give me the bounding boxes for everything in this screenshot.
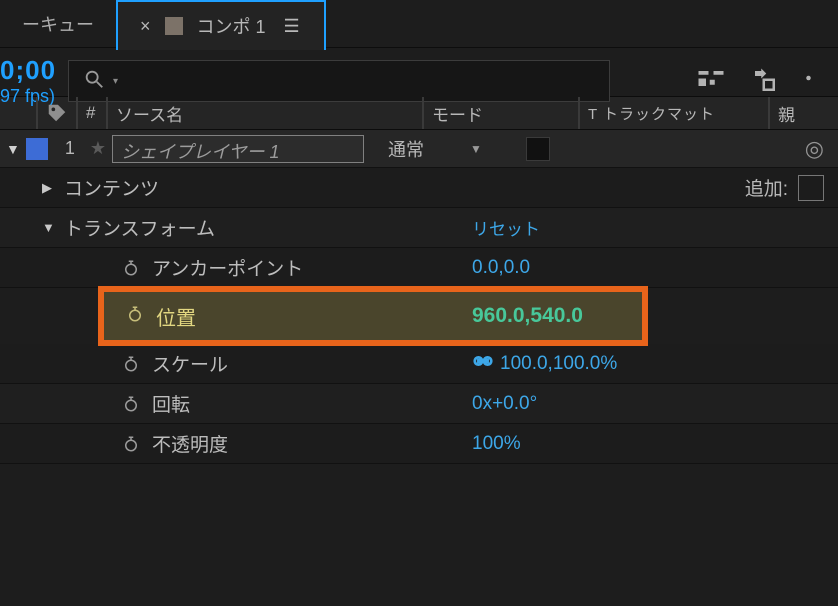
stopwatch-icon[interactable] xyxy=(122,395,140,413)
twirl-down-icon[interactable]: ▼ xyxy=(42,220,64,235)
col-mode[interactable]: モード xyxy=(422,97,578,129)
col-parent[interactable]: 親 xyxy=(768,97,834,129)
add-label: 追加: xyxy=(745,174,788,201)
opacity-label: 不透明度 xyxy=(152,430,228,457)
col-source-name[interactable]: ソース名 xyxy=(106,97,422,129)
favorite-icon[interactable]: ★ xyxy=(90,138,106,159)
stopwatch-icon[interactable] xyxy=(126,305,144,328)
link-icon[interactable] xyxy=(472,353,494,375)
switches-icon[interactable] xyxy=(696,66,726,96)
scale-value[interactable]: 100.0,100.0% xyxy=(472,353,838,375)
tab-bar: ーキュー × コンポ 1 ☰ xyxy=(0,0,838,48)
twirl-right-icon[interactable]: ▶ xyxy=(42,180,64,196)
search-input[interactable]: ▾ xyxy=(68,60,610,102)
opacity-value[interactable]: 100% xyxy=(472,433,838,455)
layer-name-input[interactable]: シェイプレイヤー 1 xyxy=(112,135,364,163)
anchor-label: アンカーポイント xyxy=(152,254,303,281)
col-track-matte[interactable]: T トラックマット xyxy=(578,97,768,129)
rotation-value[interactable]: 0x+0.0° xyxy=(472,393,838,415)
search-caret-icon[interactable]: ▾ xyxy=(113,76,118,87)
scale-label: スケール xyxy=(152,350,228,377)
col-label[interactable] xyxy=(36,97,76,129)
chevron-down-icon: ▼ xyxy=(470,142,482,156)
col-number[interactable]: # xyxy=(76,97,106,129)
tab-comp1[interactable]: × コンポ 1 ☰ xyxy=(116,0,326,50)
shy-icon[interactable] xyxy=(750,66,780,96)
tab-label: コンポ 1 xyxy=(197,13,266,39)
blend-mode-select[interactable]: 通常 ▼ xyxy=(368,136,524,162)
prop-contents[interactable]: ▶ コンテンツ 追加: xyxy=(0,168,838,208)
prop-anchor-point[interactable]: アンカーポイント 0.0,0.0 xyxy=(0,248,838,288)
search-icon xyxy=(83,68,105,95)
stopwatch-icon[interactable] xyxy=(122,355,140,373)
parent-pickwhip-icon[interactable]: ◎ xyxy=(805,136,824,162)
col-visibility[interactable] xyxy=(4,97,36,129)
rotation-label: 回転 xyxy=(152,390,190,417)
layer-twirl-icon[interactable]: ▼ xyxy=(6,141,20,157)
close-icon[interactable]: × xyxy=(140,16,151,37)
timeline-toolbar xyxy=(696,66,828,96)
stopwatch-icon[interactable] xyxy=(122,435,140,453)
track-matte-select[interactable] xyxy=(526,137,550,161)
prop-rotation[interactable]: 回転 0x+0.0° xyxy=(0,384,838,424)
add-menu-button[interactable] xyxy=(798,175,824,201)
stopwatch-icon[interactable] xyxy=(122,259,140,277)
anchor-value[interactable]: 0.0,0.0 xyxy=(472,257,838,279)
layer-row-1[interactable]: ▼ 1 ★ シェイプレイヤー 1 通常 ▼ ◎ xyxy=(0,130,838,168)
graph-editor-icon[interactable] xyxy=(804,66,822,96)
timecode-value: 0;00 xyxy=(0,55,56,86)
prop-scale[interactable]: スケール 100.0,100.0% xyxy=(0,344,838,384)
prop-transform[interactable]: ▼ トランスフォーム リセット xyxy=(0,208,838,248)
panel-menu-icon[interactable]: ☰ xyxy=(284,16,302,37)
position-value[interactable]: 960.0,540.0 xyxy=(472,304,838,328)
prop-position[interactable]: 位置 960.0,540.0 xyxy=(0,288,838,344)
prop-transform-label: トランスフォーム xyxy=(64,214,215,241)
prop-contents-label: コンテンツ xyxy=(64,174,159,201)
timeline-header: 0;00 97 fps) ▾ xyxy=(0,48,838,96)
layer-color-chip[interactable] xyxy=(26,138,48,160)
position-label: 位置 xyxy=(156,302,196,331)
prop-opacity[interactable]: 不透明度 100% xyxy=(0,424,838,464)
column-header: # ソース名 モード T トラックマット 親 xyxy=(0,96,838,130)
comp-chip-icon xyxy=(165,17,183,35)
layer-index: 1 xyxy=(56,138,84,159)
tab-previous[interactable]: ーキュー xyxy=(0,0,116,47)
reset-link[interactable]: リセット xyxy=(472,215,838,240)
blend-mode-value: 通常 xyxy=(388,136,424,162)
